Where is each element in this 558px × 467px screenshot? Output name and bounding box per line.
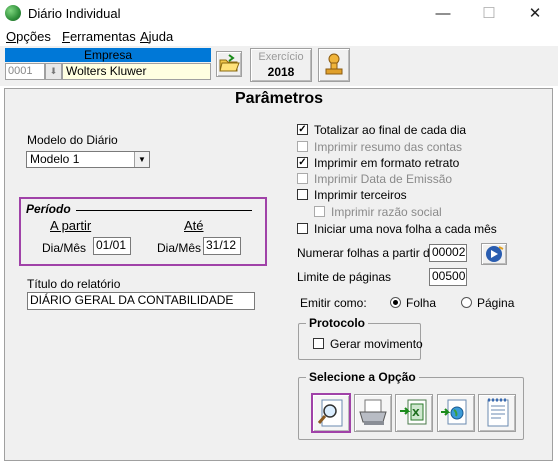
export-text-button[interactable] — [478, 394, 516, 432]
open-folder-button[interactable] — [216, 51, 242, 77]
empresa-header: Empresa — [5, 48, 211, 62]
titulo-label: Título do relatório — [27, 277, 121, 291]
emitir-folha-label: Folha — [406, 296, 437, 310]
export-web-button[interactable] — [437, 394, 475, 432]
menu-ferramentas[interactable]: Ferramentas — [62, 29, 136, 44]
modelo-value: Modelo 1 — [30, 152, 80, 166]
menu-ajuda[interactable]: Ajuda — [140, 29, 173, 44]
dia-mes-from-label: Dia/Mês — [42, 241, 87, 255]
empresa-spin-button[interactable]: ⬇ — [45, 63, 62, 80]
empresa-code-field[interactable]: 0001 — [5, 63, 45, 80]
opt-totalizar-checkbox[interactable]: ✓ — [297, 124, 308, 135]
maximize-button[interactable]: ☐ — [466, 0, 512, 28]
opt-terceiros-checkbox[interactable] — [297, 189, 308, 200]
modelo-label: Modelo do Diário — [27, 133, 118, 147]
limite-label: Limite de páginas — [297, 270, 392, 284]
periodo-from-label: A partir — [50, 218, 92, 233]
opt-resumo-checkbox[interactable] — [297, 141, 308, 152]
protocolo-title: Protocolo — [306, 316, 368, 330]
periodo-title: Período — [26, 202, 71, 216]
periodo-to-input[interactable]: 31/12 — [203, 237, 241, 255]
modelo-select[interactable]: Modelo 1 ▼ — [26, 151, 150, 168]
opt-razao-social-label: Imprimir razão social — [331, 205, 442, 219]
svg-text:X: X — [412, 408, 420, 419]
gerar-movimento-checkbox[interactable] — [313, 338, 324, 349]
printer-icon — [359, 399, 387, 425]
close-button[interactable]: ✕ — [512, 0, 558, 28]
preview-button[interactable] — [311, 393, 351, 433]
opt-terceiros-label: Imprimir terceiros — [314, 188, 407, 202]
chevron-down-icon[interactable]: ▼ — [134, 152, 149, 167]
emitir-pagina-label: Página — [477, 296, 515, 310]
opt-retrato-label: Imprimir em formato retrato — [314, 156, 460, 170]
play-icon — [486, 246, 504, 262]
numerar-input[interactable]: 00002 — [429, 244, 467, 262]
print-button[interactable] — [354, 394, 392, 432]
opt-data-emissao-label: Imprimir Data de Emissão — [314, 172, 453, 186]
periodo-to-label: Até — [184, 218, 204, 233]
minimize-button[interactable]: — — [420, 0, 466, 28]
folder-icon — [219, 54, 240, 72]
exercicio-value: 2018 — [267, 65, 295, 79]
exercicio-box[interactable]: Exercício 2018 — [250, 48, 312, 82]
opt-data-emissao-checkbox[interactable] — [297, 173, 308, 184]
app-icon — [5, 5, 21, 21]
selecione-title: Selecione a Opção — [306, 370, 419, 384]
stamp-icon — [325, 53, 343, 75]
numerar-action-button[interactable] — [481, 243, 507, 265]
periodo-divider — [76, 210, 252, 211]
text-document-icon — [487, 398, 509, 427]
limite-input[interactable]: 00500 — [429, 268, 467, 286]
dia-mes-to-label: Dia/Mês — [157, 241, 202, 255]
numerar-label: Numerar folhas a partir de: — [297, 246, 440, 260]
opt-nova-folha-checkbox[interactable] — [297, 223, 308, 234]
periodo-from-input[interactable]: 01/01 — [93, 237, 131, 255]
title-bar: Diário Individual — ☐ ✕ — [0, 0, 558, 28]
web-export-icon — [441, 399, 467, 425]
menu-bar: Opções Ferramentas Ajuda — [0, 28, 558, 46]
opt-totalizar-label: Totalizar ao final de cada dia — [314, 123, 467, 137]
excel-export-icon: X — [400, 399, 427, 425]
menu-opcoes[interactable]: Opções — [6, 29, 51, 44]
emitir-folha-radio[interactable] — [390, 297, 401, 308]
opt-retrato-checkbox[interactable]: ✓ — [297, 157, 308, 168]
magnifier-preview-icon — [317, 399, 343, 427]
stamp-button[interactable] — [318, 48, 350, 82]
opt-resumo-label: Imprimir resumo das contas — [314, 140, 463, 154]
empresa-name-field[interactable]: Wolters Kluwer — [62, 63, 211, 80]
export-excel-button[interactable]: X — [395, 394, 433, 432]
opt-nova-folha-label: Iniciar uma nova folha a cada mês — [314, 222, 497, 236]
titulo-input[interactable]: DIÁRIO GERAL DA CONTABILIDADE — [27, 292, 255, 310]
emitir-pagina-radio[interactable] — [461, 297, 472, 308]
emitir-label: Emitir como: — [300, 296, 367, 310]
window-title: Diário Individual — [28, 6, 121, 21]
opt-razao-social-checkbox[interactable] — [314, 206, 325, 217]
exercicio-label: Exercício — [258, 51, 304, 63]
panel-title: Parâmetros — [234, 90, 324, 107]
gerar-movimento-label: Gerar movimento — [330, 337, 423, 351]
